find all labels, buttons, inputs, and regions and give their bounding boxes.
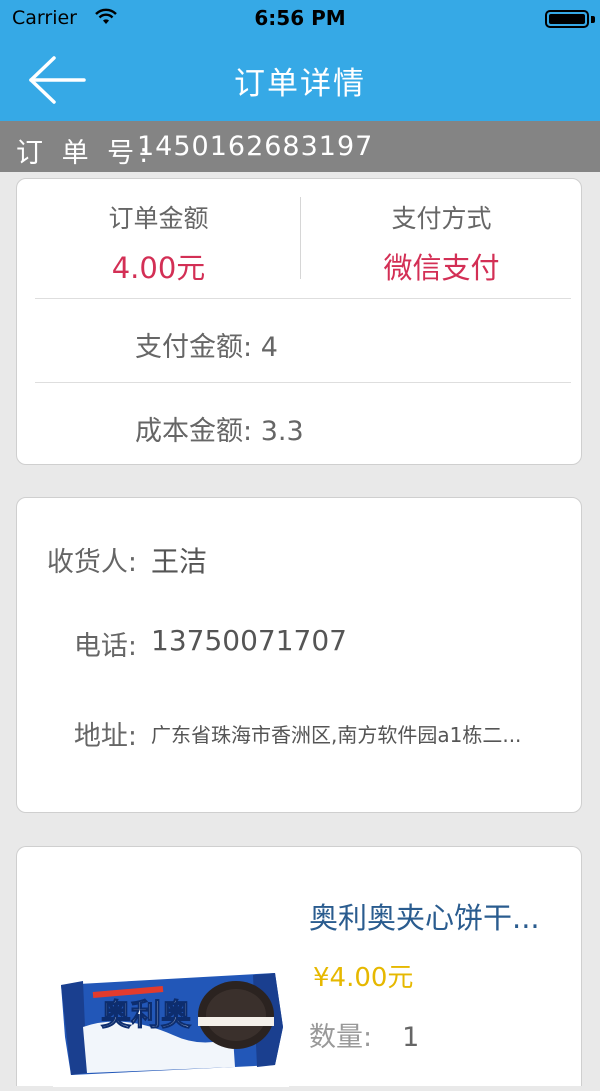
paid-amount-row: 支付金额: 4: [135, 325, 278, 364]
status-time: 6:56 PM: [254, 6, 346, 30]
cost-amount-row: 成本金额: 3.3: [135, 409, 304, 448]
order-number-bar: 订 单 号: 1450162683197: [0, 121, 600, 172]
payment-method-value: 微信支付: [383, 251, 500, 285]
quantity-value: 1: [402, 1022, 420, 1053]
order-amount-value: 4.00元: [111, 251, 206, 285]
quantity-label: 数量:: [309, 1022, 373, 1053]
paid-amount-label: 支付金额:: [135, 332, 253, 363]
order-amount-label: 订单金额: [108, 204, 209, 233]
order-amount-block: 订单金额 4.00元: [17, 199, 300, 287]
product-quantity: 数量: 1: [309, 1015, 419, 1054]
product-name[interactable]: 奥利奥夹心饼干...: [309, 895, 540, 937]
navigation-bar: 订单详情: [0, 40, 600, 121]
product-card[interactable]: 奥利奥 奥利奥夹心饼干... ¥4.00元 数量: 1: [16, 846, 582, 1087]
status-bar: Carrier 6:56 PM: [0, 0, 600, 40]
payment-method-label: 支付方式: [391, 204, 492, 233]
payment-method-block: 支付方式 微信支付: [300, 199, 583, 287]
recipient-address-value: 广东省珠海市香洲区,南方软件园a1栋二...: [151, 723, 522, 747]
recipient-address-label: 地址:: [73, 721, 137, 752]
recipient-card: 收货人: 王洁 电话: 13750071707 地址: 广东省珠海市香洲区,南方…: [16, 497, 582, 813]
recipient-name-label: 收货人:: [46, 547, 137, 578]
cost-amount-label: 成本金额:: [135, 416, 253, 447]
recipient-phone-label: 电话:: [73, 631, 137, 662]
package-logo-text: 奥利奥: [101, 998, 191, 1033]
recipient-name-value: 王洁: [151, 545, 208, 578]
product-price: ¥4.00元: [313, 963, 414, 993]
battery-icon: [545, 10, 589, 28]
recipient-phone-value[interactable]: 13750071707: [151, 624, 347, 657]
cost-amount-value: 3.3: [260, 416, 304, 447]
order-number-label: 订 单 号:: [16, 138, 154, 169]
divider: [35, 382, 571, 383]
divider: [35, 298, 571, 299]
paid-amount-value: 4: [260, 332, 278, 363]
page-title: 订单详情: [234, 66, 366, 102]
order-number-value: 1450162683197: [137, 131, 374, 162]
payment-summary-card: 订单金额 4.00元 支付方式 微信支付 支付金额: 4 成本金额: 3.3: [16, 178, 582, 465]
oreo-package-image: 奥利奥: [53, 877, 289, 1087]
